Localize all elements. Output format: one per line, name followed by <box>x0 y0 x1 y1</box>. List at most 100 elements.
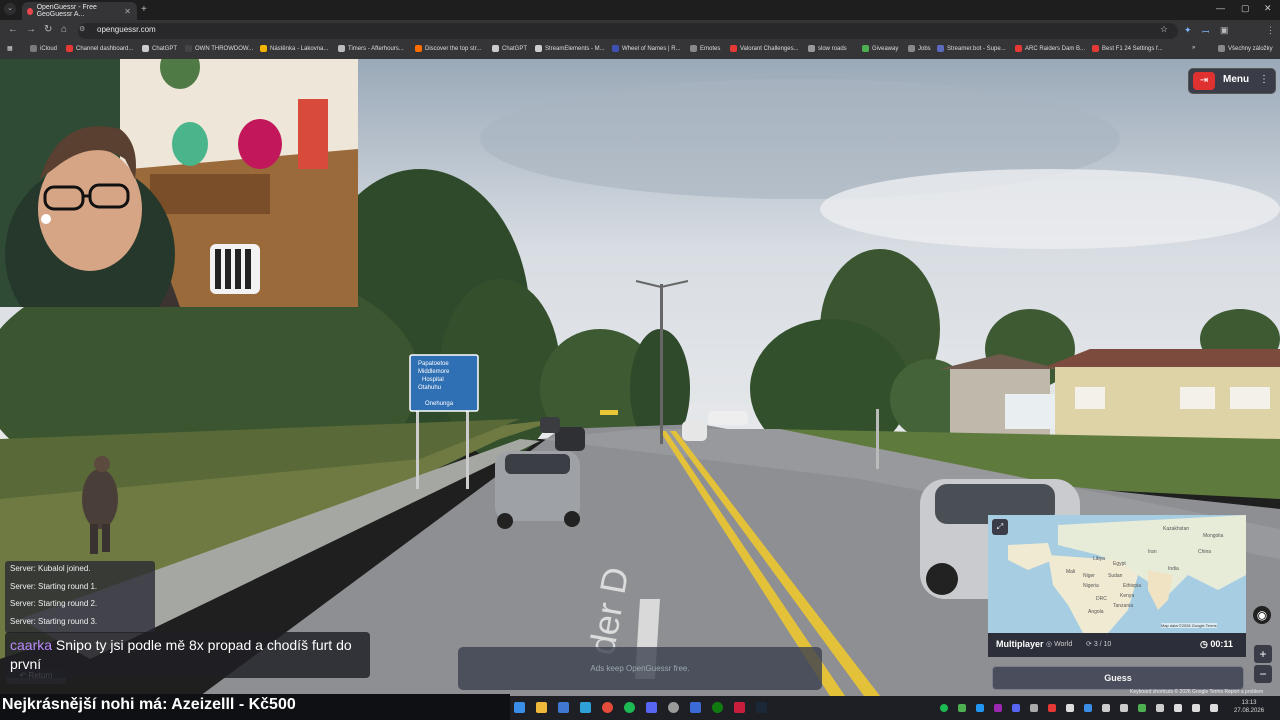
back-icon[interactable]: ← <box>8 24 18 35</box>
tray-icon[interactable] <box>1012 704 1020 712</box>
taskbar-app-icon[interactable] <box>690 702 701 713</box>
zoom-out-button[interactable]: − <box>1254 665 1272 683</box>
round-timer: ◷ 00:11 <box>1200 639 1233 650</box>
browser-tab-openguessr[interactable]: OpenGuessr - Free GeoGuessr A... ✕ <box>22 2 137 20</box>
file-explorer-icon[interactable] <box>536 702 547 713</box>
bookmark-label: Giveaway <box>872 45 899 52</box>
bookmark-label: Valorant Challenges... <box>740 45 799 52</box>
steam-icon[interactable] <box>756 702 767 713</box>
bookmark-label: Channel dashboard... <box>76 45 134 52</box>
edge-icon[interactable] <box>580 702 591 713</box>
tray-icon[interactable] <box>994 704 1002 712</box>
tray-icon[interactable] <box>1120 704 1128 712</box>
game-mode: Multiplayer <box>996 639 1044 649</box>
bookmarks-bar: ▦ iCloud Channel dashboard... ChatGPT OWN T… <box>0 42 1280 59</box>
reload-icon[interactable]: ↻ <box>44 24 52 35</box>
chat-message-text: Snipo ty jsi podle mě 8x propad a chodíš… <box>10 637 352 672</box>
bookmark-favicon-icon <box>908 45 915 52</box>
bookmark-item[interactable]: Timers - Afterhours... <box>338 45 404 52</box>
minimize-icon[interactable]: — <box>1216 3 1225 13</box>
timer-value: 00:11 <box>1210 639 1233 649</box>
bookmark-item[interactable]: Discover the top str... <box>415 45 481 52</box>
volume-icon[interactable] <box>1192 704 1200 712</box>
bookmark-item[interactable]: ChatGPT <box>492 45 527 52</box>
bookmark-item[interactable]: Wheel of Names | R... <box>612 45 681 52</box>
translate-icon[interactable]: ꟷ <box>1202 25 1209 38</box>
bookmark-item[interactable]: Emotes <box>690 45 720 52</box>
extensions-puzzle-icon[interactable]: ▣ <box>1220 25 1229 36</box>
tray-icon[interactable] <box>1030 704 1038 712</box>
guess-minimap[interactable]: Kazakhstan Mongolia Iran China Libya Egy… <box>988 515 1246 633</box>
spotify-icon[interactable] <box>624 702 635 713</box>
bookmark-favicon-icon <box>492 45 499 52</box>
obs-icon[interactable] <box>668 702 679 713</box>
chrome-icon[interactable] <box>602 702 613 713</box>
bookmark-item[interactable]: Giveaway <box>862 45 898 52</box>
taskbar-app-icon[interactable] <box>734 702 745 713</box>
game-menu-button[interactable]: ⇥ Menu ⋮ <box>1188 68 1276 94</box>
battery-icon[interactable] <box>1210 704 1218 712</box>
bookmark-star-icon[interactable]: ☆ <box>1160 24 1168 35</box>
maximize-icon[interactable]: ▢ <box>1241 3 1250 14</box>
home-icon[interactable]: ⌂ <box>61 24 67 35</box>
start-menu-icon[interactable] <box>514 702 525 713</box>
xbox-icon[interactable] <box>712 702 723 713</box>
bookmark-item[interactable]: Channel dashboard... <box>66 45 133 52</box>
tray-icon[interactable] <box>1138 704 1146 712</box>
openguessr-favicon-icon <box>27 7 33 15</box>
extension-icon[interactable]: ✦ <box>1184 25 1192 36</box>
bookmark-item[interactable]: Jobs <box>908 45 931 52</box>
bookmark-favicon-icon <box>730 45 737 52</box>
discord-icon[interactable] <box>646 702 657 713</box>
bookmarks-overflow-icon[interactable]: » <box>1192 45 1195 51</box>
guess-button[interactable]: Guess <box>992 666 1244 690</box>
webcam-graphic <box>0 59 358 307</box>
tray-icon[interactable] <box>958 704 966 712</box>
bookmark-favicon-icon <box>1092 45 1099 52</box>
ticker-text: Nejkrásnější nohi má: Azeizelll - Kč500 <box>2 696 296 713</box>
webcam-overlay <box>0 59 358 307</box>
tray-icon[interactable] <box>976 704 984 712</box>
bluetooth-icon[interactable] <box>1084 704 1092 712</box>
bookmark-item[interactable]: Nástěnka - Lakovna... <box>260 45 328 52</box>
tab-close-icon[interactable]: ✕ <box>124 7 131 16</box>
bookmark-item[interactable]: ChatGPT <box>142 45 177 52</box>
bookmark-item[interactable]: OWN THROWDOW... <box>185 45 253 52</box>
site-info-icon[interactable]: ⚙ <box>79 25 85 33</box>
bookmark-item[interactable]: iCloud <box>30 45 57 52</box>
bookmark-item[interactable]: Streamer.bot - Supe... <box>937 45 1006 52</box>
exit-game-icon[interactable]: ⇥ <box>1193 72 1215 90</box>
bookmark-item[interactable]: slow roads <box>808 45 847 52</box>
all-bookmarks-folder[interactable]: Všechny záložky <box>1218 45 1273 52</box>
apps-grid-icon[interactable]: ▦ <box>7 45 13 52</box>
bookmark-item[interactable]: Valorant Challenges... <box>730 45 799 52</box>
bookmark-item[interactable]: StreamElements - M... <box>535 45 605 52</box>
url-text: openguessr.com <box>97 25 156 34</box>
game-chat-log: Server: Kubalol joined. Server: Starting… <box>5 561 155 633</box>
browser-menu-icon[interactable]: ⋮ <box>1266 25 1275 36</box>
tray-spotify-icon[interactable] <box>940 704 948 712</box>
compass-icon[interactable]: ◉ <box>1253 606 1271 624</box>
bookmark-label: ChatGPT <box>502 45 528 52</box>
bookmark-favicon-icon <box>260 45 267 52</box>
forward-icon[interactable]: → <box>26 24 36 35</box>
tab-search-icon[interactable]: ⌄ <box>4 3 16 15</box>
tray-icon[interactable] <box>1048 704 1056 712</box>
bookmark-item[interactable]: ARC Raiders Dam B... <box>1015 45 1085 52</box>
tray-icon[interactable] <box>1156 704 1164 712</box>
bookmark-label: slow roads <box>818 45 847 52</box>
tray-icon[interactable] <box>1102 704 1110 712</box>
zoom-in-button[interactable]: + <box>1254 645 1272 663</box>
clock-time: 13:13 <box>1241 700 1257 706</box>
round-counter: ⟳ 3 / 10 <box>1086 640 1111 648</box>
new-tab-button[interactable]: + <box>141 4 147 15</box>
network-icon[interactable] <box>1174 704 1182 712</box>
taskbar-clock[interactable]: 13:13 27.08.2026 <box>1234 699 1264 715</box>
bookmark-item[interactable]: Best F1 24 Settings f... <box>1092 45 1163 52</box>
bookmark-label: Best F1 24 Settings f... <box>1102 45 1163 52</box>
road-sign-line: Otahuhu <box>418 385 441 391</box>
tray-icon[interactable] <box>1066 704 1074 712</box>
address-bar[interactable]: ⚙ openguessr.com ☆ <box>78 23 1178 39</box>
window-close-icon[interactable]: ✕ <box>1264 3 1272 14</box>
taskbar-app-icon[interactable] <box>558 702 569 713</box>
